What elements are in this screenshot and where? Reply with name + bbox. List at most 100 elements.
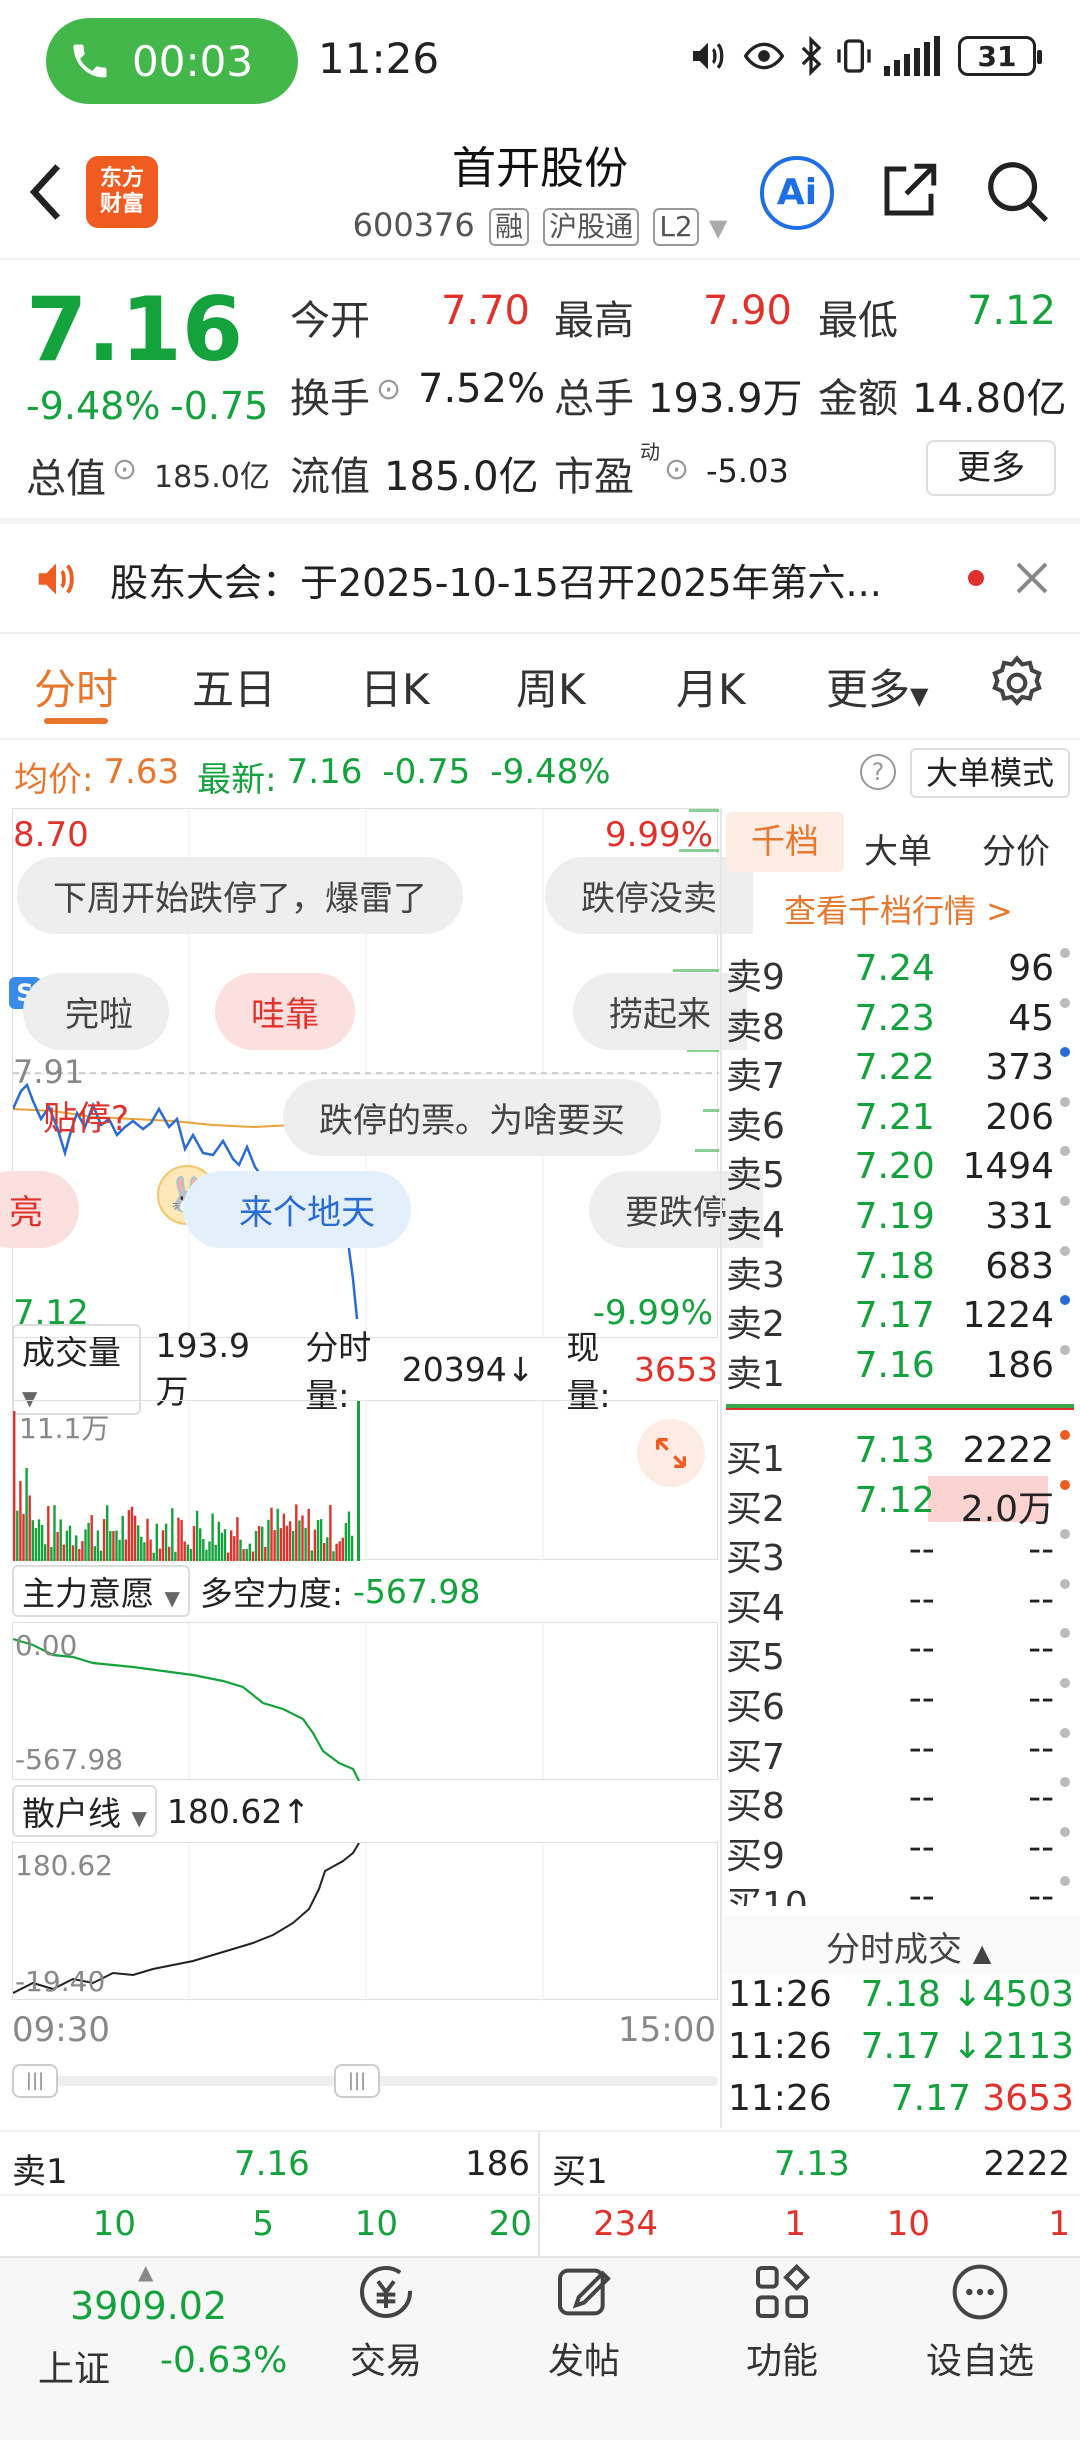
asks-row[interactable]: 卖3 7.18 683 <box>726 1245 1070 1296</box>
danmaku-comment[interactable]: 亮 <box>0 1171 79 1248</box>
nav-trade[interactable]: 交易 <box>296 2260 476 2384</box>
volume-bar <box>109 1531 112 1561</box>
sell-queue-order: 10 <box>92 2204 136 2244</box>
volume-bar <box>96 1530 100 1561</box>
tab-five-day[interactable]: 五日 <box>192 656 276 717</box>
volume-bar <box>226 1552 230 1561</box>
volume-bar <box>164 1523 168 1561</box>
range-handle-left[interactable]: ||| <box>12 2064 58 2098</box>
indicator1-chart[interactable]: 0.00 -567.98 <box>12 1622 718 1781</box>
share-icon[interactable] <box>876 158 942 224</box>
trade-row[interactable]: 11:26 7.18 ↓4503 <box>728 1974 1074 2015</box>
status-dot-icon <box>1060 1678 1070 1688</box>
info-icon[interactable]: ⊙ <box>376 372 401 407</box>
view-levels-link[interactable]: 查看千档行情 > <box>784 886 1013 932</box>
asks-row[interactable]: 卖9 7.24 96 <box>726 948 1070 998</box>
indicator1-header: 主力意愿 ▼ 多空力度: -567.98 <box>12 1564 718 1618</box>
bids-row[interactable]: 买6 -- -- <box>726 1678 1070 1728</box>
volume-bar <box>13 1411 16 1561</box>
asks-row[interactable]: 卖4 7.19 331 <box>726 1196 1070 1246</box>
tab-monthly-k[interactable]: 月K <box>676 656 746 717</box>
tab-thousand-levels[interactable]: 千档 <box>726 812 844 872</box>
bids-row[interactable]: 买7 -- -- <box>726 1727 1070 1778</box>
tab-daily-k[interactable]: 日K <box>360 656 430 717</box>
volume-bar <box>118 1539 121 1561</box>
search-icon[interactable] <box>982 156 1052 226</box>
status-dot-icon <box>1060 1529 1070 1540</box>
help-icon[interactable]: ? <box>860 754 896 790</box>
tab-weekly-k[interactable]: 周K <box>516 656 586 717</box>
trade-row[interactable]: 11:26 7.17 3653 <box>728 2078 1074 2119</box>
asks-level-label: 卖5 <box>726 1155 785 1197</box>
info-icon[interactable]: ⊙ <box>112 452 137 487</box>
bids-row[interactable]: 买2 7.12 2.0万 <box>726 1479 1070 1530</box>
asks-row[interactable]: 卖1 7.16 186 <box>726 1344 1070 1395</box>
big-order-mode-button[interactable]: 大单模式 <box>910 748 1070 798</box>
high-price: 7.90 <box>702 288 792 334</box>
trades-title[interactable]: 分时成交 ▲ <box>826 1922 991 1971</box>
danmaku-comment[interactable]: 跌停的票。为啥要买 <box>283 1079 661 1156</box>
volume-bar <box>40 1524 44 1561</box>
volume-bar <box>158 1548 162 1561</box>
caret-up-icon: ▲ <box>138 2260 154 2284</box>
range-handle-right[interactable]: ||| <box>334 2064 380 2098</box>
asks-price: 7.23 <box>854 997 935 1039</box>
bids-row[interactable]: 买3 -- -- <box>726 1529 1070 1579</box>
bids-row[interactable]: 买10 -- -- <box>726 1876 1070 1906</box>
danmaku-comment[interactable]: 哇靠 <box>215 973 355 1050</box>
expand-icon[interactable] <box>637 1419 705 1487</box>
asks-row[interactable]: 卖2 7.17 1224 <box>726 1295 1070 1345</box>
trade-time: 11:26 <box>728 1974 832 2015</box>
indicator2-select[interactable]: 散户线 ▼ <box>12 1785 157 1837</box>
info-icon[interactable]: ⊙ <box>664 452 689 487</box>
nav-trade-label: 交易 <box>349 2341 422 2382</box>
tab-price-dist[interactable]: 分价 <box>982 824 1050 873</box>
close-icon[interactable] <box>1012 558 1052 598</box>
volume-bar <box>270 1507 273 1561</box>
notice-bar[interactable]: 股东大会：于2025-10-15召开2025年第六... <box>0 524 1080 634</box>
tab-intraday[interactable]: 分时 <box>34 656 118 717</box>
bids-volume: -- <box>1028 1826 1055 1868</box>
asks-row[interactable]: 卖8 7.23 45 <box>726 997 1070 1048</box>
intraday-chart[interactable]: 8.70 9.99% 7.91 7.12 -9.99% 下周开始跌停了，爆雷了 … <box>0 808 763 1339</box>
indicator1-select[interactable]: 主力意愿 ▼ <box>12 1565 190 1617</box>
nav-functions[interactable]: 功能 <box>692 2260 872 2384</box>
status-icons: 31 <box>686 36 1042 76</box>
asks-row[interactable]: 卖7 7.22 373 <box>726 1047 1070 1097</box>
grid-icon <box>756 2263 811 2318</box>
danmaku-comment[interactable]: 贴停? <box>43 1091 129 1140</box>
ai-button[interactable]: Ai <box>760 156 834 230</box>
more-button[interactable]: 更多 <box>926 440 1056 496</box>
asks-row[interactable]: 卖5 7.20 1494 <box>726 1146 1070 1197</box>
trade-row[interactable]: 11:26 7.17 ↓2113 <box>728 2026 1074 2067</box>
nav-post[interactable]: 发帖 <box>494 2260 674 2384</box>
volume-bar <box>276 1508 279 1561</box>
nav-add-watchlist[interactable]: 设自选 <box>890 2260 1070 2384</box>
index-value[interactable]: 3909.02 <box>70 2284 227 2328</box>
bids-row[interactable]: 买5 -- -- <box>726 1628 1070 1678</box>
bids-row[interactable]: 买1 7.13 2222 <box>726 1430 1070 1480</box>
bids-row[interactable]: 买9 -- -- <box>726 1826 1070 1877</box>
edit-post-icon <box>558 2268 611 2316</box>
volume-bar <box>81 1541 84 1561</box>
bids-volume: -- <box>1028 1727 1055 1769</box>
bids-volume: 2222 <box>962 1430 1055 1471</box>
float-cap-label: 流值 <box>290 454 370 500</box>
settings-gear-icon[interactable] <box>986 652 1048 714</box>
volume-bar <box>171 1508 174 1561</box>
bids-row[interactable]: 买4 -- -- <box>726 1578 1070 1629</box>
danmaku-comment[interactable]: 来个地天 <box>183 1171 411 1248</box>
volume-chart[interactable]: 11.1万 <box>12 1400 718 1561</box>
tab-more[interactable]: 更多▼ <box>826 656 928 717</box>
index-name[interactable]: 上证 <box>38 2340 110 2392</box>
call-indicator[interactable]: 00:03 <box>46 18 298 104</box>
danmaku-comment[interactable]: 完啦 <box>23 973 169 1050</box>
danmaku-comment[interactable]: 下周开始跌停了，爆雷了 <box>17 857 463 934</box>
asks-row[interactable]: 卖6 7.21 206 <box>726 1096 1070 1147</box>
indicator2-chart[interactable]: 180.62 -19.40 <box>12 1842 718 2001</box>
tab-big-orders[interactable]: 大单 <box>864 824 932 873</box>
volume-bar <box>37 1519 41 1561</box>
bids-volume: -- <box>1028 1876 1055 1907</box>
bids-row[interactable]: 买8 -- -- <box>726 1777 1070 1827</box>
latest-change-pct: -9.48% <box>490 752 611 792</box>
